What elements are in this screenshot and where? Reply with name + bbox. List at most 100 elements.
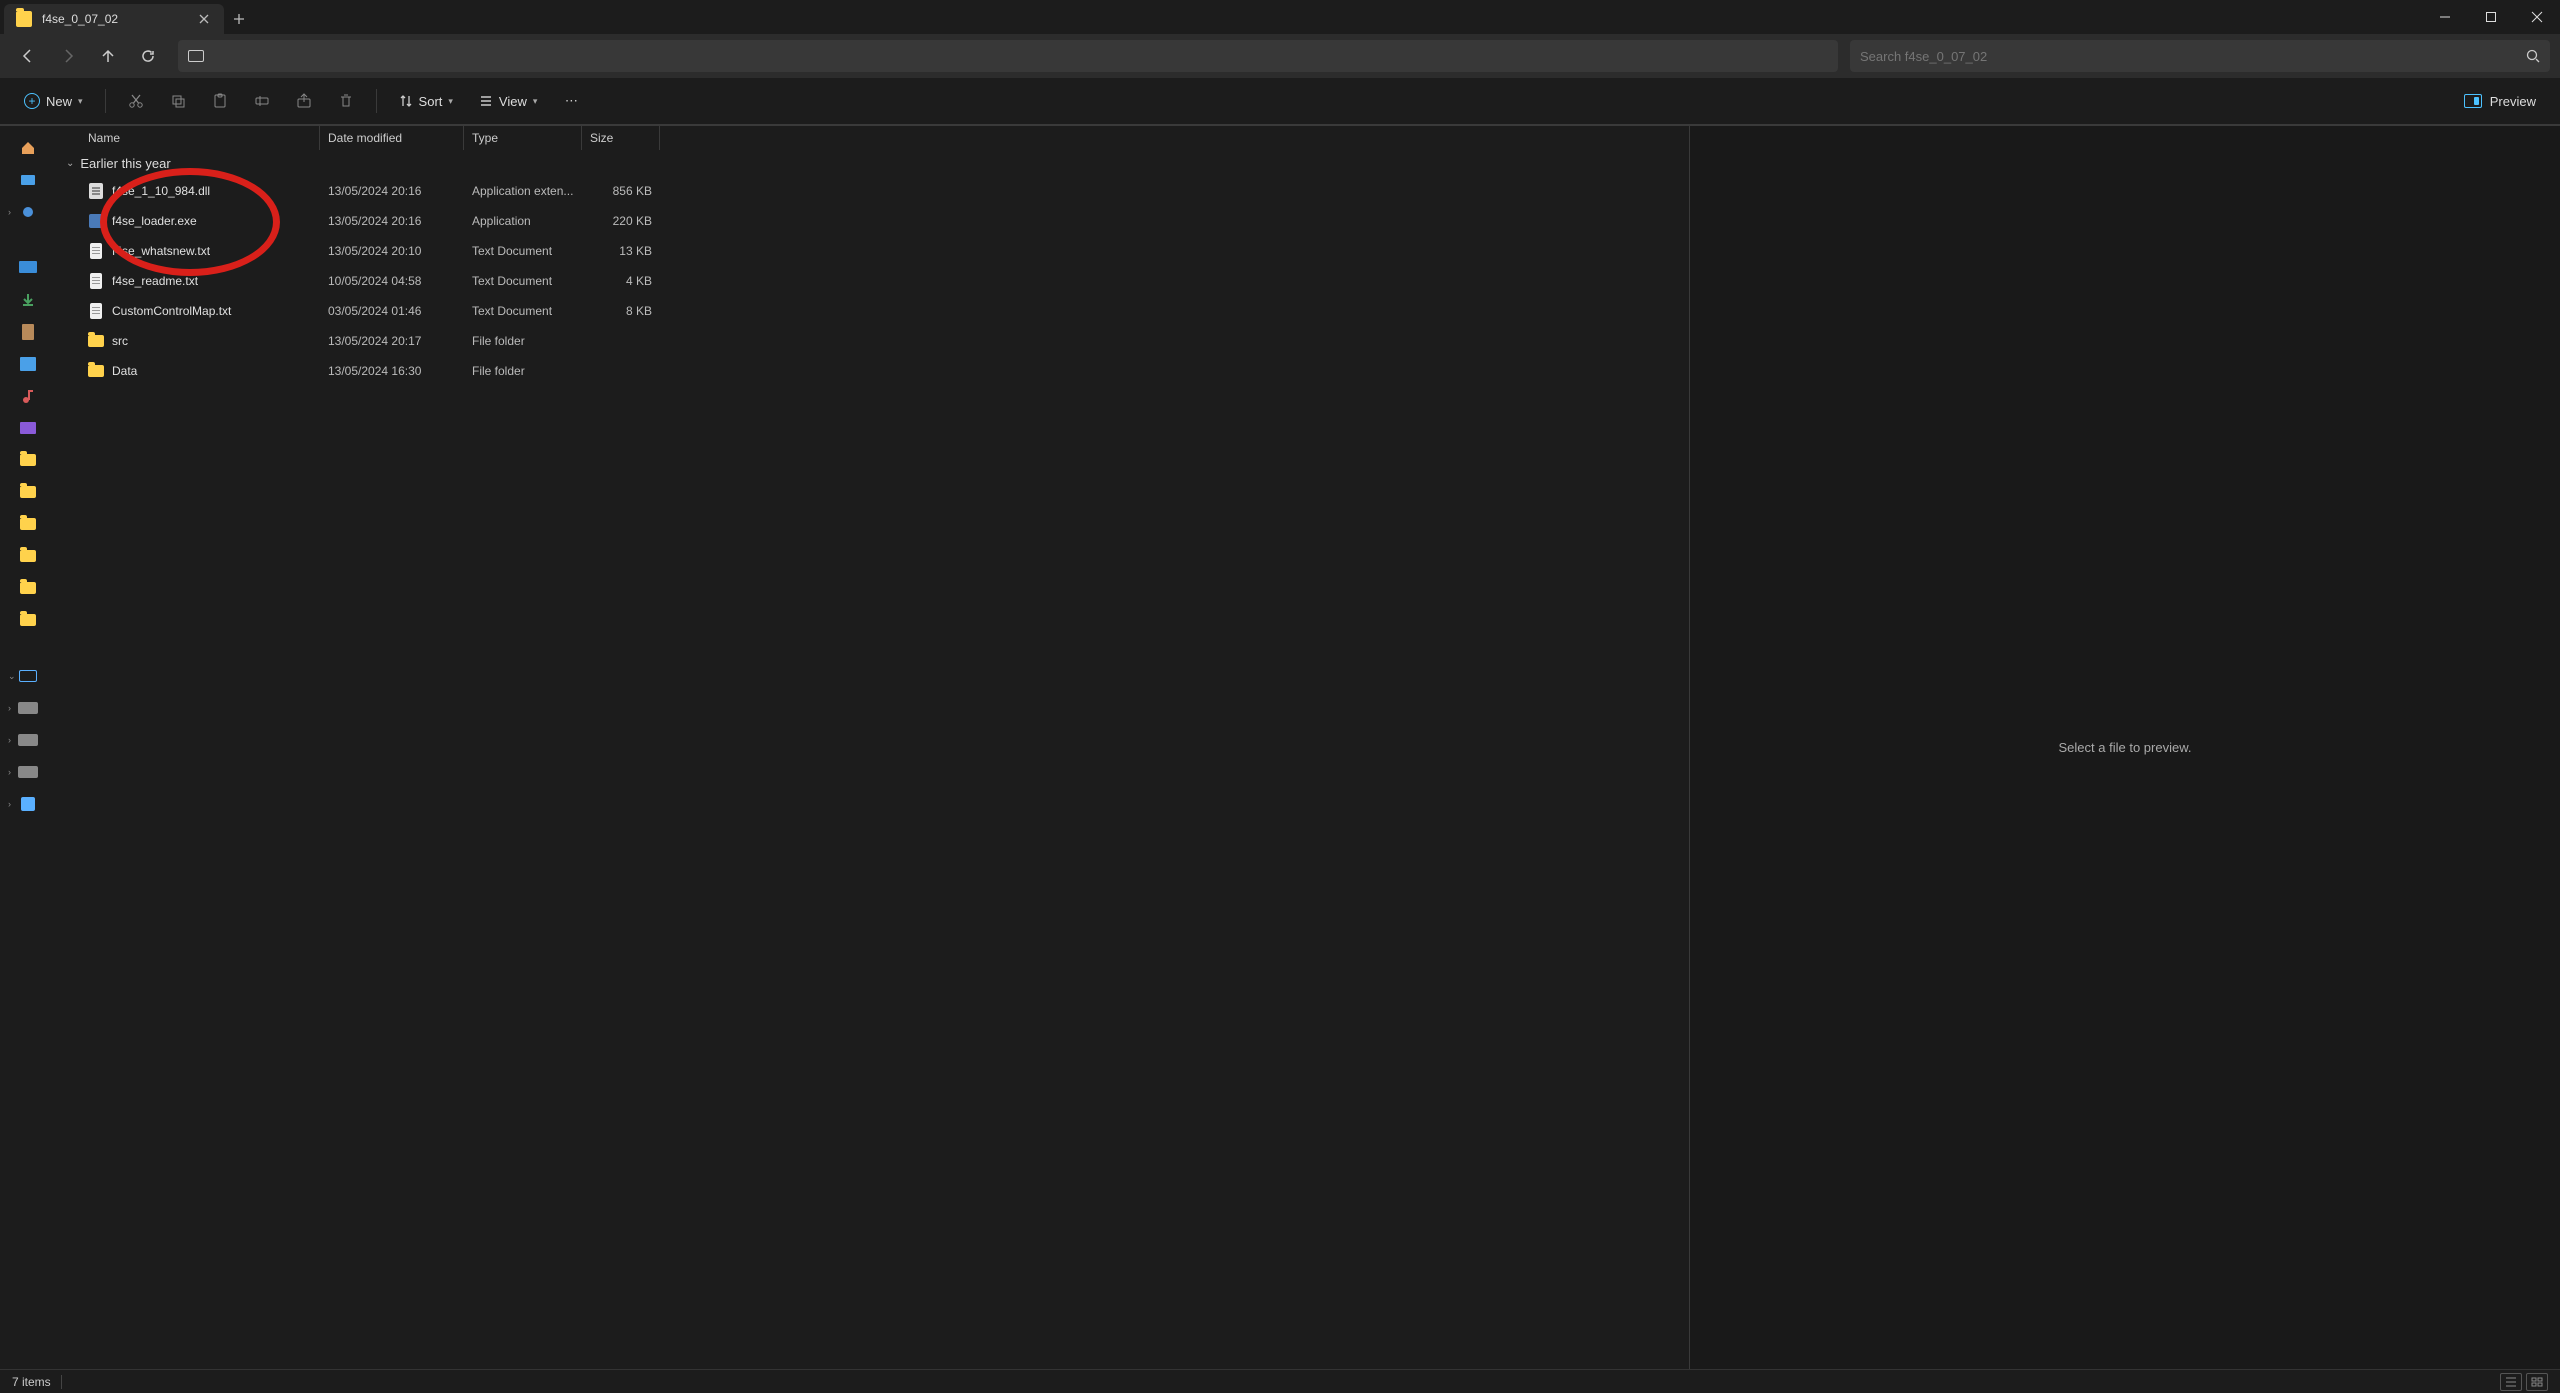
preview-toggle-button[interactable]: Preview	[2454, 85, 2546, 117]
download-icon	[21, 293, 35, 307]
search-input[interactable]	[1860, 49, 2526, 64]
col-date[interactable]: Date modified	[320, 126, 464, 150]
sidebar-downloads[interactable]	[4, 286, 52, 314]
music-icon	[21, 389, 35, 403]
status-bar: 7 items	[0, 1369, 2560, 1393]
delete-button[interactable]	[328, 85, 364, 117]
rename-button[interactable]	[244, 85, 280, 117]
sidebar-folder[interactable]	[4, 446, 52, 474]
cut-button[interactable]	[118, 85, 154, 117]
file-date: 13/05/2024 20:10	[320, 244, 464, 258]
file-type: Text Document	[464, 244, 582, 258]
file-size: 13 KB	[582, 244, 660, 258]
sidebar-pictures[interactable]	[4, 350, 52, 378]
sidebar-drive[interactable]: ›	[4, 758, 52, 786]
chevron-down-icon: ⌄	[66, 158, 74, 169]
file-size: 856 KB	[582, 184, 660, 198]
file-row[interactable]: Data13/05/2024 16:30File folder	[56, 356, 1689, 386]
refresh-button[interactable]	[130, 40, 166, 72]
col-size[interactable]: Size	[582, 126, 660, 150]
sidebar-drive[interactable]: ›	[4, 726, 52, 754]
copy-button[interactable]	[160, 85, 196, 117]
file-row[interactable]: f4se_readme.txt10/05/2024 04:58Text Docu…	[56, 266, 1689, 296]
video-icon	[20, 422, 36, 434]
chevron-right-icon: ›	[8, 767, 11, 777]
more-button[interactable]: ⋯	[553, 85, 589, 117]
paste-button[interactable]	[202, 85, 238, 117]
file-row[interactable]: f4se_1_10_984.dll13/05/2024 20:16Applica…	[56, 176, 1689, 206]
back-button[interactable]	[10, 40, 46, 72]
sort-icon	[399, 94, 413, 108]
folder-icon	[88, 363, 104, 379]
file-date: 13/05/2024 20:16	[320, 184, 464, 198]
chevron-down-icon: ▾	[533, 96, 538, 107]
folder-icon	[20, 582, 36, 594]
chevron-right-icon: ›	[8, 207, 11, 217]
close-window-button[interactable]	[2514, 0, 2560, 34]
close-tab-icon[interactable]	[196, 11, 212, 27]
chevron-down-icon: ▾	[78, 96, 83, 107]
file-type: File folder	[464, 364, 582, 378]
sidebar-network[interactable]: ›	[4, 790, 52, 818]
view-button[interactable]: View ▾	[469, 85, 547, 117]
maximize-button[interactable]	[2468, 0, 2514, 34]
sidebar-this-pc[interactable]: ⌄	[4, 662, 52, 690]
file-name: f4se_whatsnew.txt	[112, 244, 210, 258]
share-button[interactable]	[286, 85, 322, 117]
sidebar-folder[interactable]	[4, 606, 52, 634]
sidebar-desktop[interactable]	[4, 254, 52, 282]
preview-pane: Select a file to preview.	[1690, 126, 2560, 1369]
chevron-right-icon: ›	[8, 735, 11, 745]
file-row[interactable]: f4se_whatsnew.txt 13/05/2024 20:10Text Do…	[56, 236, 1689, 266]
gallery-icon	[20, 172, 36, 188]
sidebar-folder[interactable]	[4, 574, 52, 602]
forward-button[interactable]	[50, 40, 86, 72]
file-name: f4se_1_10_984.dll	[112, 184, 210, 198]
sidebar-home[interactable]	[4, 134, 52, 162]
file-name: CustomControlMap.txt	[112, 304, 231, 318]
preview-label: Preview	[2490, 94, 2536, 109]
file-size: 4 KB	[582, 274, 660, 288]
sort-button[interactable]: Sort ▾	[389, 85, 463, 117]
dll-icon	[88, 183, 104, 199]
file-date: 13/05/2024 20:16	[320, 214, 464, 228]
sidebar-folder[interactable]	[4, 542, 52, 570]
sidebar-folder[interactable]	[4, 478, 52, 506]
group-header[interactable]: ⌄ Earlier this year	[56, 150, 1689, 176]
file-area: Name Date modified Type Size ⌄ Earlier t…	[56, 126, 1690, 1369]
address-bar[interactable]	[178, 40, 1838, 72]
details-view-button[interactable]	[2500, 1373, 2522, 1391]
separator	[105, 89, 106, 113]
sidebar-videos[interactable]	[4, 414, 52, 442]
sidebar-music[interactable]	[4, 382, 52, 410]
sidebar-gallery[interactable]	[4, 166, 52, 194]
file-name: Data	[112, 364, 137, 378]
file-row[interactable]: src13/05/2024 20:17File folder	[56, 326, 1689, 356]
file-size: 8 KB	[582, 304, 660, 318]
nav-sidebar: › ⌄ › › › ›	[0, 126, 56, 1369]
col-type[interactable]: Type	[464, 126, 582, 150]
new-tab-button[interactable]	[224, 4, 254, 34]
search-icon[interactable]	[2526, 49, 2540, 63]
separator	[61, 1375, 62, 1389]
cloud-icon	[21, 205, 35, 219]
tab-active[interactable]: f4se_0_07_02	[4, 4, 224, 34]
toolbar: + New ▾ Sort ▾ View ▾ ⋯ Preview	[0, 78, 2560, 126]
file-row[interactable]: CustomControlMap.txt03/05/2024 01:46Text…	[56, 296, 1689, 326]
col-name[interactable]: Name	[80, 126, 320, 150]
minimize-button[interactable]	[2422, 0, 2468, 34]
thumbnails-view-button[interactable]	[2526, 1373, 2548, 1391]
monitor-icon	[19, 670, 37, 682]
up-button[interactable]	[90, 40, 126, 72]
sidebar-folder[interactable]	[4, 510, 52, 538]
file-date: 13/05/2024 20:17	[320, 334, 464, 348]
new-button[interactable]: + New ▾	[14, 85, 93, 117]
view-mode-buttons	[2500, 1373, 2548, 1391]
txt-icon	[88, 303, 104, 319]
file-size: 220 KB	[582, 214, 660, 228]
search-box[interactable]	[1850, 40, 2550, 72]
sidebar-documents[interactable]	[4, 318, 52, 346]
file-row[interactable]: f4se_loader.exe13/05/2024 20:16Applicati…	[56, 206, 1689, 236]
sidebar-drive[interactable]: ›	[4, 694, 52, 722]
sidebar-item[interactable]: ›	[4, 198, 52, 226]
